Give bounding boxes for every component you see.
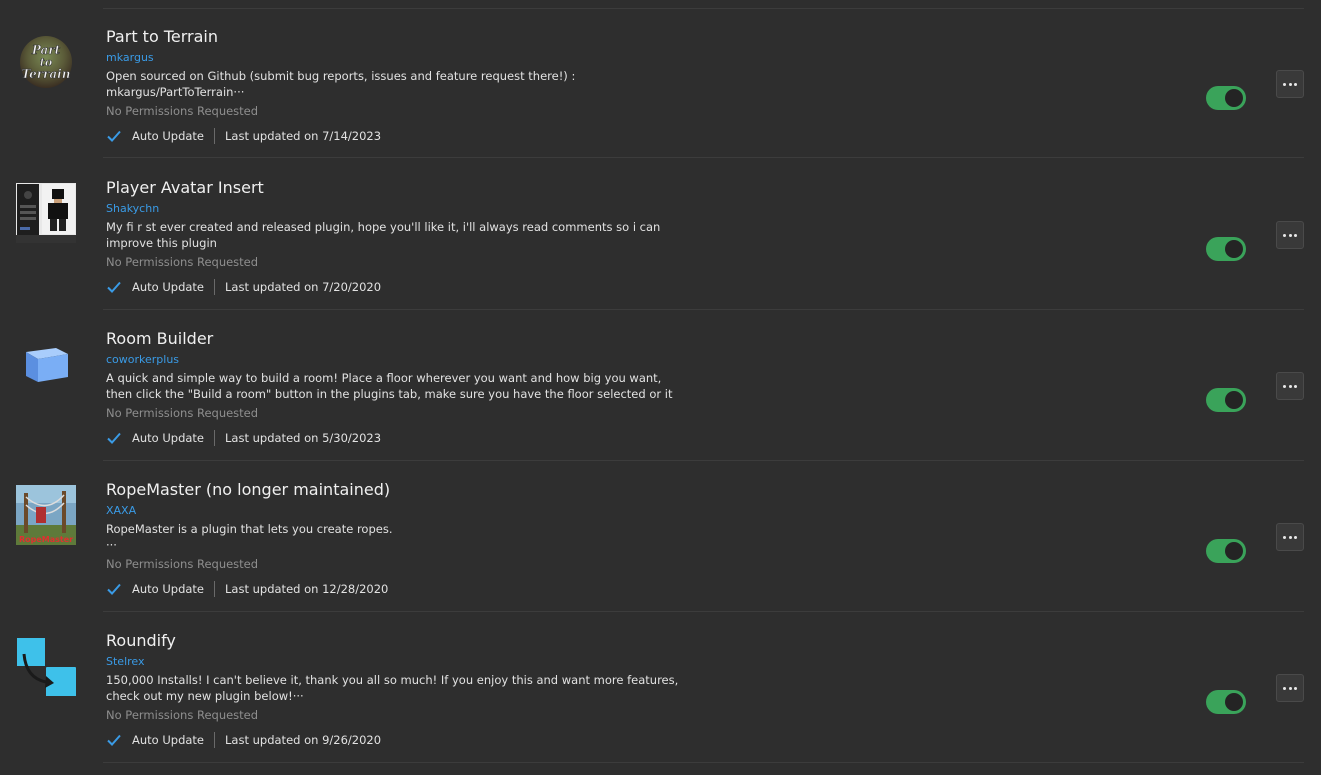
plugin-row: Room Builder coworkerplus A quick and si… — [0, 311, 1321, 462]
checkmark-icon — [107, 130, 121, 142]
auto-update-checkbox[interactable] — [106, 581, 122, 597]
description-line[interactable]: mkargus/PartToTerrain··· — [106, 84, 706, 100]
description-line[interactable]: ··· — [106, 537, 706, 553]
toggle-knob — [1225, 240, 1243, 258]
plugin-author-link[interactable]: mkargus — [106, 51, 154, 64]
description-line: Open sourced on Github (submit bug repor… — [106, 69, 576, 83]
plugin-row: Roundify Stelrex 150,000 Installs! I can… — [0, 613, 1321, 764]
plugin-author-link[interactable]: coworkerplus — [106, 353, 179, 366]
separator — [214, 732, 216, 748]
checkmark-icon — [107, 432, 121, 444]
logo-text: Terrain — [22, 67, 71, 81]
plugin-title: Part to Terrain — [106, 27, 218, 46]
logo-text: RopeMaster — [19, 535, 73, 544]
permissions-text: No Permissions Requested — [106, 104, 259, 118]
divider — [103, 611, 1304, 612]
last-updated-text: Last updated on 9/26/2020 — [225, 733, 382, 747]
plugin-title: Player Avatar Insert — [106, 178, 264, 197]
plugin-meta: Auto Update Last updated on 5/30/2023 — [106, 429, 381, 447]
plugin-enabled-toggle[interactable] — [1206, 86, 1246, 110]
logo-text: Part — [31, 43, 61, 57]
more-options-button[interactable] — [1276, 523, 1304, 551]
auto-update-checkbox[interactable] — [106, 128, 122, 144]
divider — [103, 157, 1304, 158]
ellipsis-icon — [1283, 82, 1287, 86]
plugin-author-link[interactable]: Shakychn — [106, 202, 159, 215]
more-options-button[interactable] — [1276, 70, 1304, 98]
plugin-description: A quick and simple way to build a room! … — [106, 370, 706, 402]
plugin-enabled-toggle[interactable] — [1206, 388, 1246, 412]
plugin-description: 150,000 Installs! I can't believe it, th… — [106, 672, 706, 704]
toggle-knob — [1225, 89, 1243, 107]
roundify-icon — [16, 636, 76, 697]
permissions-text: No Permissions Requested — [106, 255, 259, 269]
separator — [214, 581, 216, 597]
checkmark-icon — [107, 281, 121, 293]
auto-update-checkbox[interactable] — [106, 732, 122, 748]
last-updated-text: Last updated on 7/14/2023 — [225, 129, 382, 143]
checkmark-icon — [107, 734, 121, 746]
part-to-terrain-logo-icon: Part to Terrain — [16, 32, 76, 92]
plugin-enabled-toggle[interactable] — [1206, 690, 1246, 714]
toggle-knob — [1225, 693, 1243, 711]
description-line: RopeMaster is a plugin that lets you cre… — [106, 522, 393, 536]
separator — [214, 430, 216, 446]
ellipsis-icon — [1283, 535, 1287, 539]
plugin-title: RopeMaster (no longer maintained) — [106, 480, 391, 499]
more-options-button[interactable] — [1276, 221, 1304, 249]
plugin-title: Roundify — [106, 631, 176, 650]
plugin-author-link[interactable]: XAXA — [106, 504, 136, 517]
description-line: 150,000 Installs! I can't believe it, th… — [106, 673, 679, 687]
ellipsis-icon — [1283, 233, 1287, 237]
divider — [103, 309, 1304, 310]
plugin-row: Part to Terrain Part to Terrain mkargus … — [0, 9, 1321, 160]
auto-update-label: Auto Update — [132, 431, 205, 445]
plugin-description: My fi r st ever created and released plu… — [106, 219, 706, 251]
separator — [214, 128, 216, 144]
description-line: improve this plugin — [106, 236, 217, 250]
ellipsis-icon — [1283, 686, 1287, 690]
plugin-meta: Auto Update Last updated on 9/26/2020 — [106, 731, 381, 749]
description-line: then click the "Build a room" button in … — [106, 387, 673, 401]
description-line[interactable]: check out my new plugin below!··· — [106, 688, 706, 704]
player-avatar-thumbnail-icon — [16, 183, 76, 243]
toggle-knob — [1225, 542, 1243, 560]
plugin-enabled-toggle[interactable] — [1206, 237, 1246, 261]
auto-update-label: Auto Update — [132, 129, 205, 143]
plugin-author-link[interactable]: Stelrex — [106, 655, 144, 668]
plugin-row: RopeMaster RopeMaster (no longer maintai… — [0, 462, 1321, 613]
permissions-text: No Permissions Requested — [106, 406, 259, 420]
permissions-text: No Permissions Requested — [106, 708, 259, 722]
last-updated-text: Last updated on 5/30/2023 — [225, 431, 382, 445]
plugin-enabled-toggle[interactable] — [1206, 539, 1246, 563]
toggle-knob — [1225, 391, 1243, 409]
plugin-list: Part to Terrain Part to Terrain mkargus … — [0, 0, 1321, 775]
more-options-button[interactable] — [1276, 372, 1304, 400]
last-updated-text: Last updated on 7/20/2020 — [225, 280, 382, 294]
more-options-button[interactable] — [1276, 674, 1304, 702]
auto-update-label: Auto Update — [132, 733, 205, 747]
plugin-row: Player Avatar Insert Shakychn My fi r st… — [0, 160, 1321, 311]
auto-update-label: Auto Update — [132, 280, 205, 294]
auto-update-checkbox[interactable] — [106, 430, 122, 446]
separator — [214, 279, 216, 295]
plugin-meta: Auto Update Last updated on 7/14/2023 — [106, 127, 381, 145]
last-updated-text: Last updated on 12/28/2020 — [225, 582, 389, 596]
ropemaster-thumbnail-icon: RopeMaster — [16, 485, 76, 545]
checkmark-icon — [107, 583, 121, 595]
blue-cube-icon — [16, 334, 76, 394]
plugin-description: Open sourced on Github (submit bug repor… — [106, 68, 706, 100]
plugin-meta: Auto Update Last updated on 7/20/2020 — [106, 278, 381, 296]
plugin-meta: Auto Update Last updated on 12/28/2020 — [106, 580, 388, 598]
auto-update-checkbox[interactable] — [106, 279, 122, 295]
description-line: My fi r st ever created and released plu… — [106, 220, 661, 234]
ellipsis-icon — [1283, 384, 1287, 388]
permissions-text: No Permissions Requested — [106, 557, 259, 571]
auto-update-label: Auto Update — [132, 582, 205, 596]
description-line: A quick and simple way to build a room! … — [106, 371, 662, 385]
divider — [103, 460, 1304, 461]
divider — [103, 762, 1304, 763]
plugin-title: Room Builder — [106, 329, 214, 348]
plugin-description: RopeMaster is a plugin that lets you cre… — [106, 521, 706, 553]
